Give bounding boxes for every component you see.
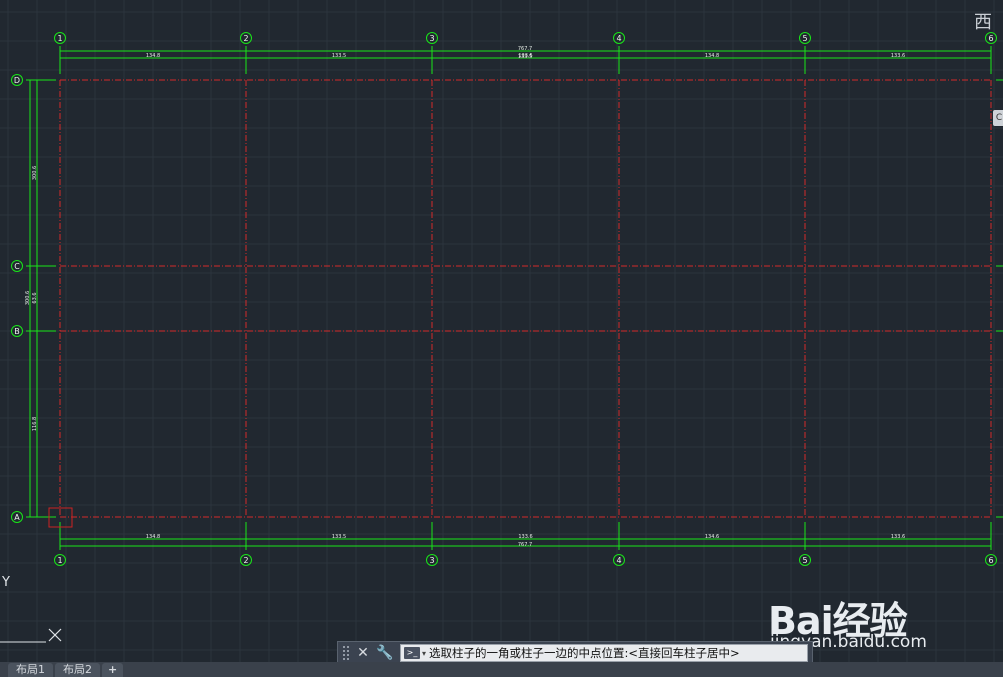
viewcube-label: 西 [974,12,992,33]
dim-label: 134.6 [705,534,719,540]
column-axis-bubble-label: 1 [57,34,62,43]
drawing-viewport[interactable]: 134.8 133.5 133.5 134.8 133.6 767.7 133.5 134.8… [0,0,1003,662]
column-axis-bubble-label: 1 [57,556,62,565]
row-axis-bubble-label: C [14,262,20,271]
dim-label: 133.5 [332,534,346,540]
dim-label: 133.5 [332,53,346,59]
column-axis-bubble-label: 4 [616,34,621,43]
dim-label: 63.6 [32,292,38,303]
drawing-canvas[interactable]: 134.8 133.5 133.5 134.8 133.6 767.7 133.5 134.8… [0,0,1003,662]
dim-total-label: 767.7 [518,46,532,52]
layout-tab-bar: 布局1 布局2 + [0,662,1003,677]
dim-label: 133.5 [518,54,532,60]
row-axis-bubble-label: D [14,76,20,85]
command-prompt-text: 选取柱子的一角或柱子一边的中点位置:<直接回车柱子居中> [429,646,740,660]
dim-label: 133.6 [891,534,905,540]
tab-layout1[interactable]: 布局1 [8,663,53,677]
dim-label: 300.6 [25,291,31,305]
column-axis-bubble-label: 5 [802,34,807,43]
dim-total-label: 767.7 [518,542,532,548]
dim-label: 133.6 [891,53,905,59]
dim-label: 134.8 [705,53,719,59]
chevron-down-icon[interactable]: ▾ [422,649,426,658]
add-layout-button[interactable]: + [102,663,124,677]
prompt-icon: >_ [404,647,420,659]
navigation-bar-stub[interactable]: C [993,110,1003,126]
nav-stub-label: C [995,113,1003,123]
column-axis-bubble-label: 5 [802,556,807,565]
dim-label: 134.8 [146,53,160,59]
dim-label: 133.6 [518,534,532,540]
ucs-y-label: Y [1,575,10,590]
column-axis-bubble-label: 3 [429,34,434,43]
column-axis-bubble-label: 2 [243,556,248,565]
row-axis-bubble-label: A [14,513,20,522]
dim-label: 300.6 [32,166,38,180]
grip-icon[interactable] [342,645,350,661]
column-axis-bubble-label: 2 [243,34,248,43]
command-input[interactable]: >_ ▾ 选取柱子的一角或柱子一边的中点位置:<直接回车柱子居中> [400,644,808,662]
viewcube[interactable]: 西 [966,8,1000,38]
tab-layout2[interactable]: 布局2 [55,663,100,677]
wrench-icon[interactable]: 🔧 [376,644,394,662]
row-axis-bubble-label: B [14,327,20,336]
close-icon[interactable]: ✕ [354,644,372,662]
dim-label: 134.8 [146,534,160,540]
column-axis-bubble-label: 3 [429,556,434,565]
column-axis-bubble-label: 4 [616,556,621,565]
dim-label: 116.8 [32,417,38,431]
column-axis-bubble-label: 6 [988,556,993,565]
